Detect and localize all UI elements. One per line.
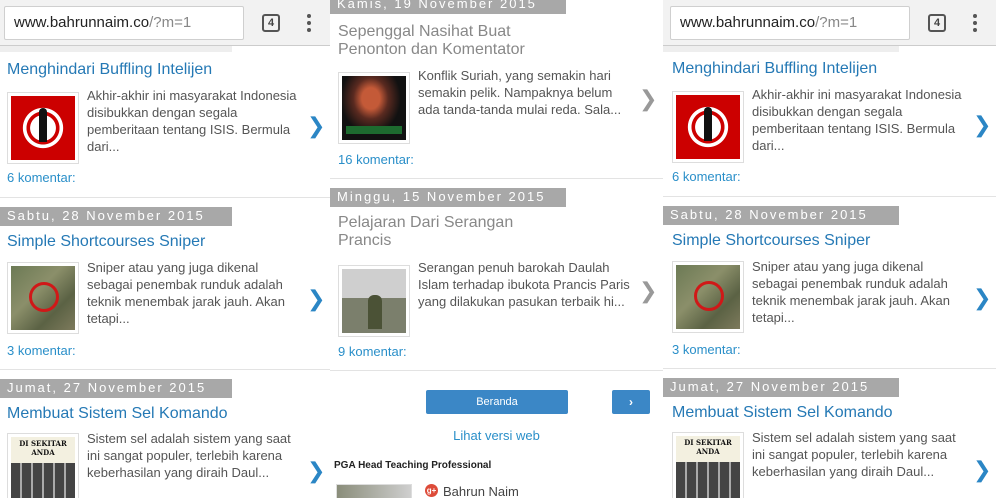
address-bar[interactable]: www.bahrunnaim.co/?m=1 [670, 6, 910, 40]
post-divider [330, 178, 663, 179]
profile-photo[interactable] [336, 484, 412, 498]
date-header-jumat: Jumat, 27 November 2015 [0, 379, 232, 398]
tab-switcher-button[interactable]: 4 [928, 14, 946, 32]
date-bar-remnant [663, 46, 899, 52]
comment-count-sniper[interactable]: 3 komentar: [672, 342, 741, 357]
cell-system-poster-icon [676, 436, 740, 498]
post-snippet-cell: Sistem sel adalah sistem yang saat ini s… [87, 431, 291, 480]
post-title-paris[interactable]: Pelajaran Dari Serangan Prancis [338, 214, 538, 250]
chevron-right-icon[interactable]: ❯ [973, 112, 991, 138]
comment-count-nasihat[interactable]: 16 komentar: [338, 152, 414, 167]
home-button[interactable]: Beranda [426, 390, 568, 414]
post-snippet-sniper: Sniper atau yang juga dikenal sebagai pe… [87, 260, 285, 326]
chevron-right-icon[interactable]: ❯ [973, 285, 991, 311]
post-thumbnail-cell[interactable] [672, 432, 744, 498]
post-thumbnail-nasihat[interactable] [338, 72, 410, 144]
chevron-right-icon[interactable]: ❯ [307, 286, 325, 312]
chevron-right-icon[interactable]: ❯ [639, 278, 657, 304]
cell-system-poster-icon [11, 437, 75, 498]
post-title-intel[interactable]: Menghindari Buffling Intelijen [672, 60, 877, 78]
post-title-nasihat[interactable]: Sepenggal Nasihat Buat Penonton dan Kome… [338, 23, 548, 59]
post-divider [330, 370, 663, 371]
phone-screen-left: www.bahrunnaim.co/?m=1 4 Menghindari Buf… [0, 0, 330, 498]
post-title-cell[interactable]: Membuat Sistem Sel Komando [7, 405, 228, 423]
post-thumbnail-sniper[interactable] [7, 262, 79, 334]
post-thumbnail-intel[interactable] [672, 91, 744, 163]
post-snippet-paris: Serangan penuh barokah Daulah Islam terh… [418, 260, 630, 309]
post-title-sniper[interactable]: Simple Shortcourses Sniper [672, 232, 870, 250]
sniper-camouflage-icon [676, 265, 740, 329]
comment-count-paris[interactable]: 9 komentar: [338, 344, 407, 359]
date-bar-remnant [0, 46, 232, 52]
comment-count-intel[interactable]: 6 komentar: [7, 170, 76, 185]
chevron-right-icon[interactable]: ❯ [307, 113, 325, 139]
next-page-button[interactable]: › [612, 390, 650, 414]
spy-silhouette-icon [11, 96, 75, 160]
web-version-link[interactable]: Lihat versi web [330, 428, 663, 443]
post-thumbnail-sniper[interactable] [672, 261, 744, 333]
post-snippet-intel: Akhir-akhir ini masyarakat Indonesia dis… [87, 88, 297, 154]
post-title-sniper[interactable]: Simple Shortcourses Sniper [7, 233, 205, 251]
date-header-jumat: Jumat, 27 November 2015 [663, 378, 899, 397]
post-title-intel[interactable]: Menghindari Buffling Intelijen [7, 61, 212, 79]
overflow-menu-icon[interactable] [972, 14, 978, 34]
google-plus-icon: g+ [425, 484, 438, 497]
date-header-sabtu: Sabtu, 28 November 2015 [663, 206, 899, 225]
comment-count-intel[interactable]: 6 komentar: [672, 169, 741, 184]
post-thumbnail-paris[interactable] [338, 265, 410, 337]
spy-silhouette-icon [676, 95, 740, 159]
post-thumbnail-intel[interactable] [7, 92, 79, 164]
date-header-minggu: Minggu, 15 November 2015 [330, 188, 566, 207]
chevron-right-icon[interactable]: ❯ [307, 458, 325, 484]
comment-count-sniper[interactable]: 3 komentar: [7, 343, 76, 358]
post-divider [0, 369, 330, 370]
url-path: /?m=1 [815, 14, 858, 31]
url-host: www.bahrunnaim.co [14, 14, 150, 31]
post-divider [663, 368, 996, 369]
sniper-camouflage-icon [11, 266, 75, 330]
browser-toolbar: www.bahrunnaim.co/?m=1 4 [663, 0, 996, 46]
post-thumbnail-cell[interactable] [7, 433, 79, 498]
date-header-sabtu: Sabtu, 28 November 2015 [0, 207, 232, 226]
post-snippet-cell: Sistem sel adalah sistem yang saat ini s… [752, 430, 956, 479]
profile-title: PGA Head Teaching Professional [334, 460, 492, 471]
syria-conflict-icon [342, 76, 406, 140]
phone-screen-right: www.bahrunnaim.co/?m=1 4 Menghindari Buf… [663, 0, 996, 498]
post-snippet-nasihat: Konflik Suriah, yang semakin hari semaki… [418, 68, 622, 117]
post-divider [0, 197, 330, 198]
address-bar[interactable]: www.bahrunnaim.co/?m=1 [4, 6, 244, 40]
post-snippet-intel: Akhir-akhir ini masyarakat Indonesia dis… [752, 87, 962, 153]
paris-soldier-icon [342, 269, 406, 333]
post-snippet-sniper: Sniper atau yang juga dikenal sebagai pe… [752, 259, 950, 325]
post-divider [663, 196, 996, 197]
tab-switcher-button[interactable]: 4 [262, 14, 280, 32]
overflow-menu-icon[interactable] [306, 14, 312, 34]
browser-toolbar: www.bahrunnaim.co/?m=1 4 [0, 0, 330, 46]
date-header-kamis: Kamis, 19 November 2015 [330, 0, 566, 14]
url-host: www.bahrunnaim.co [680, 14, 816, 31]
url-path: /?m=1 [149, 14, 192, 31]
chevron-right-icon[interactable]: ❯ [973, 457, 991, 483]
phone-screen-middle: Kamis, 19 November 2015 Sepenggal Nasiha… [330, 0, 663, 498]
post-title-cell[interactable]: Membuat Sistem Sel Komando [672, 404, 893, 422]
chevron-right-icon[interactable]: ❯ [639, 86, 657, 112]
author-name-link[interactable]: Bahrun Naim [443, 484, 519, 498]
